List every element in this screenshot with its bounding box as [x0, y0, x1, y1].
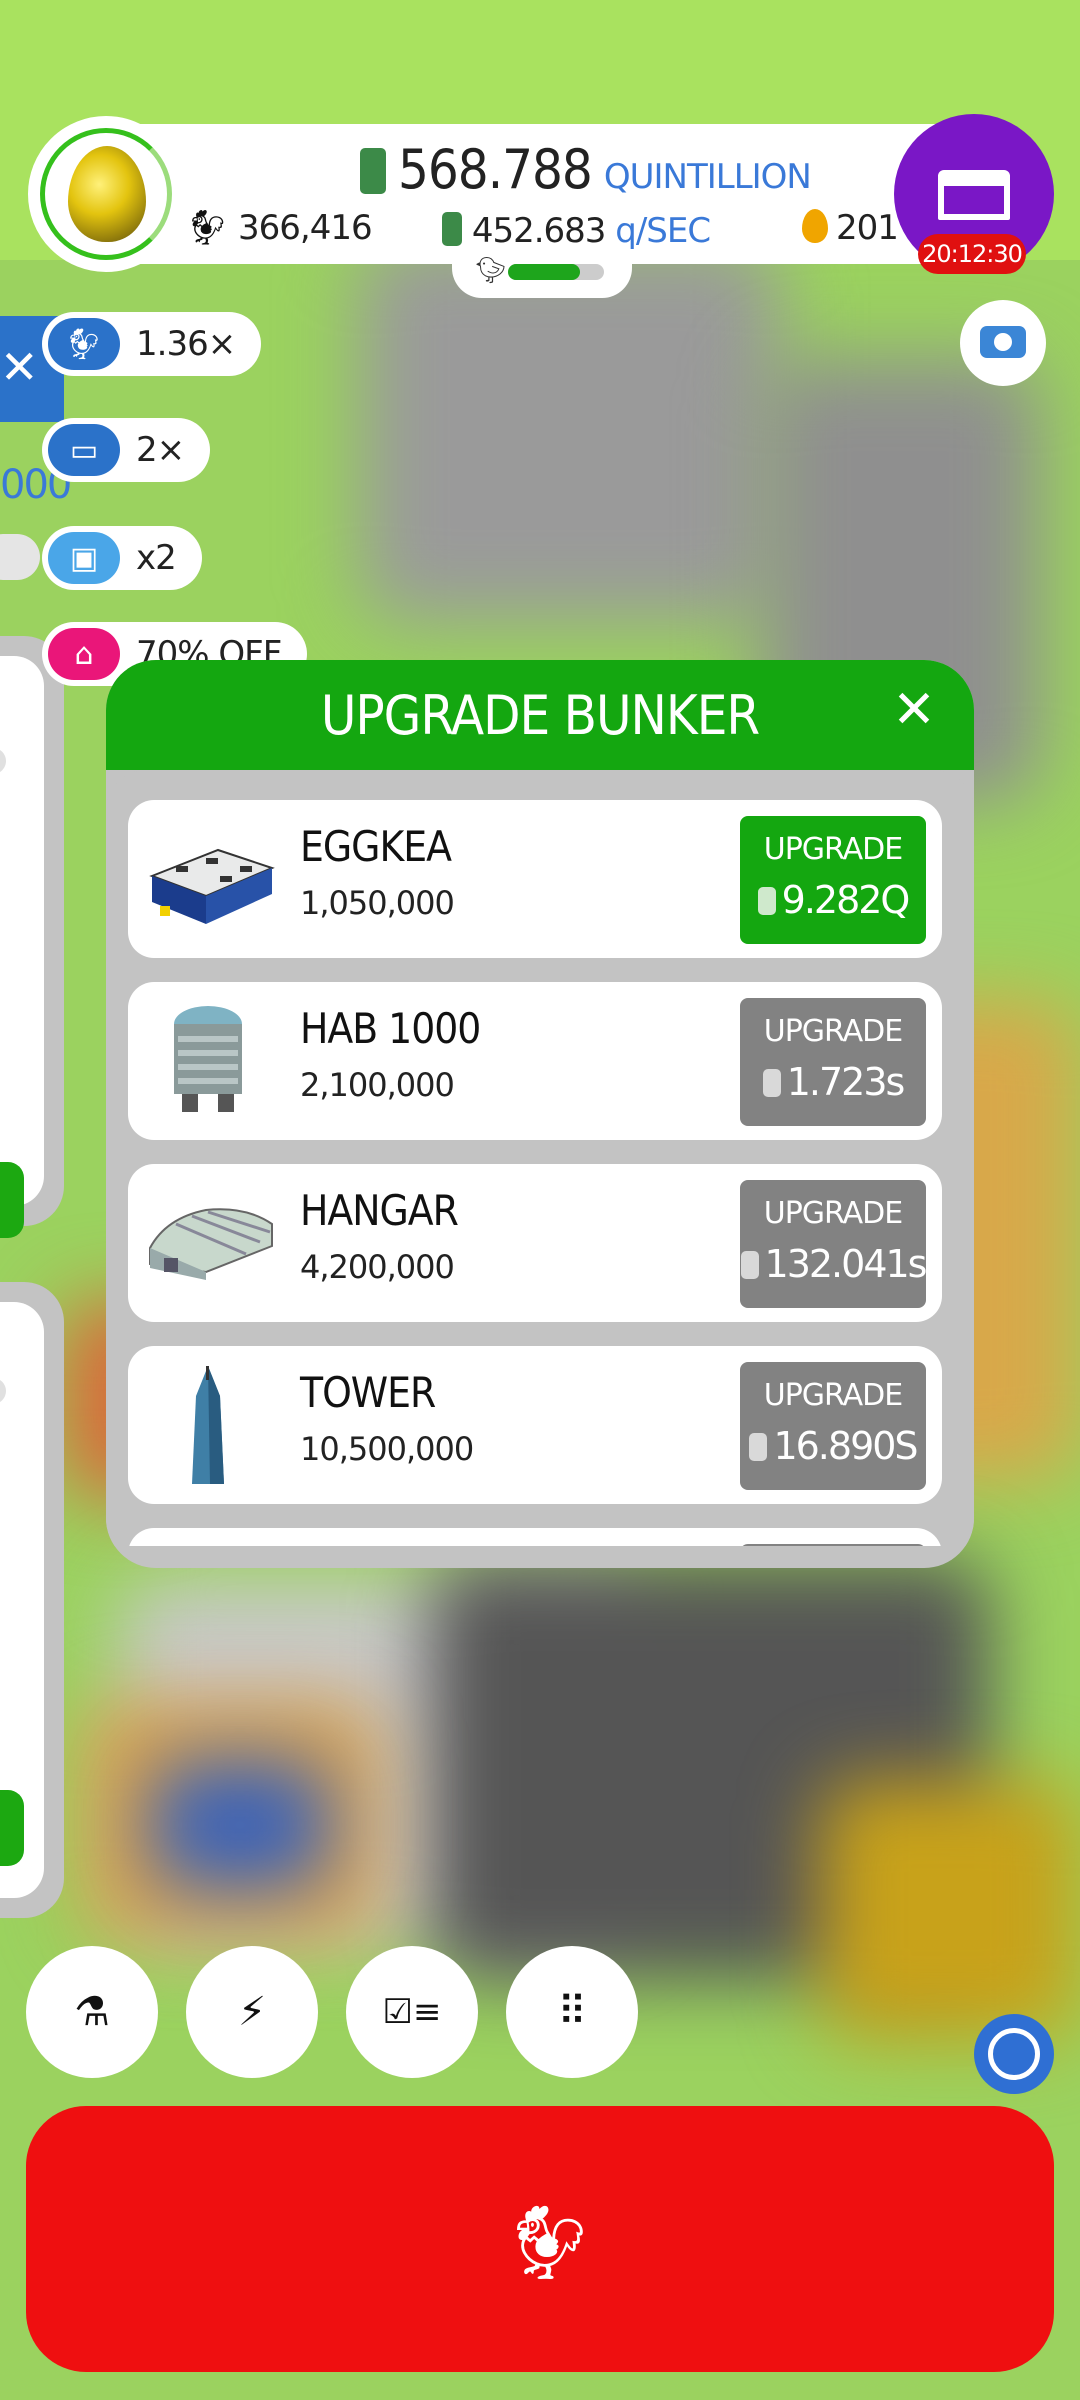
chicken-icon: 🐓︎: [186, 208, 229, 248]
hab-capacity: 4,200,000: [300, 1248, 455, 1286]
golden-egg-count[interactable]: 201: [802, 208, 899, 248]
chick-icon: 🐤︎: [474, 256, 508, 286]
boosts-button[interactable]: ⚡︎: [186, 1946, 318, 2078]
chicken-icon: 🐓︎: [48, 318, 120, 370]
hab-capacity: 2,100,000: [300, 1066, 455, 1104]
list-item: HAB 1000 2,100,000 UPGRADE 1.723s: [128, 982, 942, 1140]
hab-name: EGGKEA: [300, 822, 452, 871]
grid-icon: ⠿: [557, 1989, 587, 2035]
research-button[interactable]: ⚗: [26, 1946, 158, 2078]
upgrade-button[interactable]: UPGRADE 132.041s: [740, 1180, 928, 1308]
upgrade-bunker-modal: UPGRADE BUNKER ✕ EGGKEA 1,050,000 UPGRAD…: [106, 660, 974, 1568]
list-item: TOWER 10,500,000 UPGRADE 16.890S: [128, 1346, 942, 1504]
blue-blur: [150, 1760, 330, 1890]
cash-icon: [740, 1251, 759, 1279]
modal-header: UPGRADE BUNKER ✕: [106, 660, 974, 770]
cash-icon: [360, 148, 386, 194]
cash-icon: [442, 212, 462, 246]
video-icon: ▣: [48, 532, 120, 584]
boost-tv[interactable]: ▭ 2×: [42, 418, 211, 482]
hab-name: HANGAR: [300, 1186, 459, 1235]
hab-name: HAB 1000: [300, 1004, 481, 1053]
rate-unit: q/SEC: [615, 211, 711, 251]
tv-icon: ▭: [48, 424, 120, 476]
chicken-count-value: 366,416: [237, 208, 373, 248]
money-value: 568.788: [398, 138, 593, 201]
list-item: HANGAR 4,200,000 UPGRADE 132.041s: [128, 1164, 942, 1322]
upgrade-cost-value: 9.282Q: [781, 878, 911, 922]
boost-video[interactable]: ▣ x2: [42, 526, 202, 590]
hab-capacity-bar: [508, 264, 604, 280]
upgrade-cost: 132.041s: [740, 1242, 928, 1286]
egg-type-button[interactable]: [28, 116, 184, 272]
close-icon[interactable]: ✕: [884, 680, 944, 740]
modal-title: UPGRADE BUNKER: [320, 684, 760, 747]
money-display: 568.788 QUINTILLION: [360, 138, 812, 208]
boost-label: x2: [136, 538, 177, 578]
money-unit: QUINTILLION: [603, 157, 812, 197]
hangar-thumbnail: [149, 1208, 273, 1280]
upgrade-list[interactable]: EGGKEA 1,050,000 UPGRADE 9.282Q HAB 1000…: [106, 770, 974, 1546]
checklist-icon: ☑≡: [382, 1992, 442, 2032]
upgrade-cost-value: 132.041s: [764, 1242, 928, 1286]
golden-egg-value: 201: [836, 208, 899, 248]
side-card: [0, 636, 64, 1238]
lightning-icon: ⚡︎: [237, 1989, 267, 2035]
chicken-count: 🐓︎ 366,416: [186, 208, 373, 248]
rate-value: 452.683: [471, 211, 607, 251]
shop-timer: 20:12:30: [918, 234, 1026, 274]
upgrade-button[interactable]: [740, 1544, 926, 1546]
side-card: [0, 1282, 64, 1918]
upgrade-cost: 9.282Q: [740, 878, 926, 922]
shop-icon: [938, 170, 1010, 220]
upgrade-button[interactable]: UPGRADE 1.723s: [740, 998, 926, 1126]
camera-icon: [980, 326, 1026, 358]
field-blur: [820, 1780, 1080, 2040]
hab-capacity-fill: [508, 264, 580, 280]
cash-icon: [762, 1069, 781, 1097]
circle-icon[interactable]: [974, 2014, 1054, 2094]
upgrade-label: UPGRADE: [763, 832, 904, 867]
earning-rate: 452.683 q/SEC: [442, 208, 711, 251]
upgrade-cost: 16.890S: [740, 1424, 926, 1468]
hab-1000-thumbnail: [174, 1006, 242, 1112]
golden-egg-icon: [802, 209, 828, 243]
hab-capacity-indicator[interactable]: 🐤︎: [452, 250, 632, 298]
cash-icon: [757, 887, 776, 915]
hab-name: TOWER: [300, 1368, 436, 1417]
upgrade-label: UPGRADE: [763, 1378, 904, 1413]
hab-capacity: 10,500,000: [300, 1430, 474, 1468]
tower-thumbnail: [192, 1366, 224, 1484]
hab-capacity: 1,050,000: [300, 884, 455, 922]
boost-chicken[interactable]: 🐓︎ 1.36×: [42, 312, 262, 376]
list-item: EGGKEA 1,050,000 UPGRADE 9.282Q: [128, 800, 942, 958]
missions-button[interactable]: ☑≡: [346, 1946, 478, 2078]
list-item-partial: [128, 1528, 942, 1546]
menu-button[interactable]: ⠿: [506, 1946, 638, 2078]
flask-icon: ⚗: [74, 1989, 110, 2035]
camera-button[interactable]: [960, 300, 1046, 386]
upgrade-label: UPGRADE: [763, 1196, 904, 1231]
eggkea-thumbnail: [149, 848, 275, 924]
side-card-button[interactable]: [0, 1790, 24, 1866]
upgrade-button[interactable]: UPGRADE 9.282Q: [740, 816, 926, 944]
upgrade-label: UPGRADE: [763, 1014, 904, 1049]
upgrade-cost: 1.723s: [740, 1060, 926, 1104]
hatch-chicken-button[interactable]: 🐓︎: [26, 2106, 1054, 2372]
chicken-icon: 🐓︎: [504, 2200, 596, 2284]
side-panel-close-icon[interactable]: ✕: [0, 340, 39, 394]
side-card-inner: [0, 656, 44, 1206]
upgrade-cost-value: 16.890S: [773, 1424, 918, 1468]
boost-label: 2×: [136, 430, 185, 470]
cash-icon: [749, 1433, 768, 1461]
side-card-button[interactable]: [0, 1162, 24, 1238]
boost-label: 1.36×: [136, 324, 236, 364]
upgrade-button[interactable]: UPGRADE 16.890S: [740, 1362, 926, 1490]
upgrade-cost-value: 1.723s: [786, 1060, 906, 1104]
